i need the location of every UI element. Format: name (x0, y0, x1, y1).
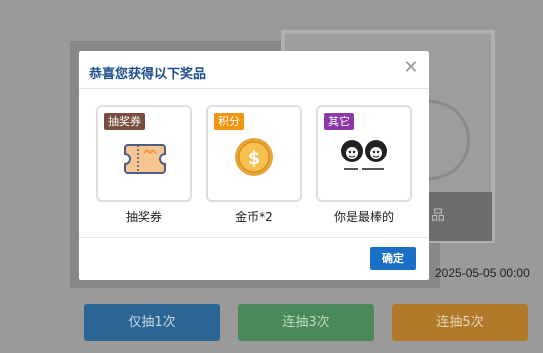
prize-tag: 抽奖券 (104, 113, 145, 130)
prize-item: 积分 $ 金币*2 (206, 105, 302, 225)
prize-card: 抽奖券 (96, 105, 192, 202)
ticket-icon (124, 144, 166, 174)
prize-card: 其它 (316, 105, 412, 202)
background-date: 2025-05-05 00:00 (435, 266, 530, 280)
background-caption: 品 (428, 192, 492, 241)
confirm-button[interactable]: 确定 (370, 247, 416, 270)
prize-name: 金币*2 (235, 210, 273, 224)
prize-name: 你是最棒的 (333, 210, 394, 224)
modal-header: 恭喜您获得以下奖品 ✕ (79, 51, 429, 89)
prize-list: 抽奖券 抽奖券 积分 $ 金币*2 其它 你是最棒的 (96, 105, 416, 225)
meme-image (338, 137, 390, 177)
draw-once-button[interactable]: 仅抽1次 (84, 304, 220, 341)
prize-tag: 积分 (214, 113, 244, 130)
draw-three-button[interactable]: 连抽3次 (238, 304, 374, 341)
modal-title: 恭喜您获得以下奖品 (89, 67, 207, 82)
svg-text:$: $ (248, 148, 261, 169)
close-icon[interactable]: ✕ (403, 59, 419, 77)
modal-footer: 确定 (79, 237, 429, 280)
prize-item: 抽奖券 抽奖券 (96, 105, 192, 225)
prize-tag: 其它 (324, 113, 354, 130)
prize-card: 积分 $ (206, 105, 302, 202)
prize-modal: 恭喜您获得以下奖品 ✕ 抽奖券 抽奖券 积分 $ 金币*2 其它 你是最棒的 确… (79, 51, 429, 280)
draw-five-button[interactable]: 连抽5次 (392, 304, 528, 341)
coin-icon: $ (235, 138, 273, 176)
prize-name: 抽奖券 (125, 210, 162, 224)
prize-item: 其它 你是最棒的 (316, 105, 412, 225)
